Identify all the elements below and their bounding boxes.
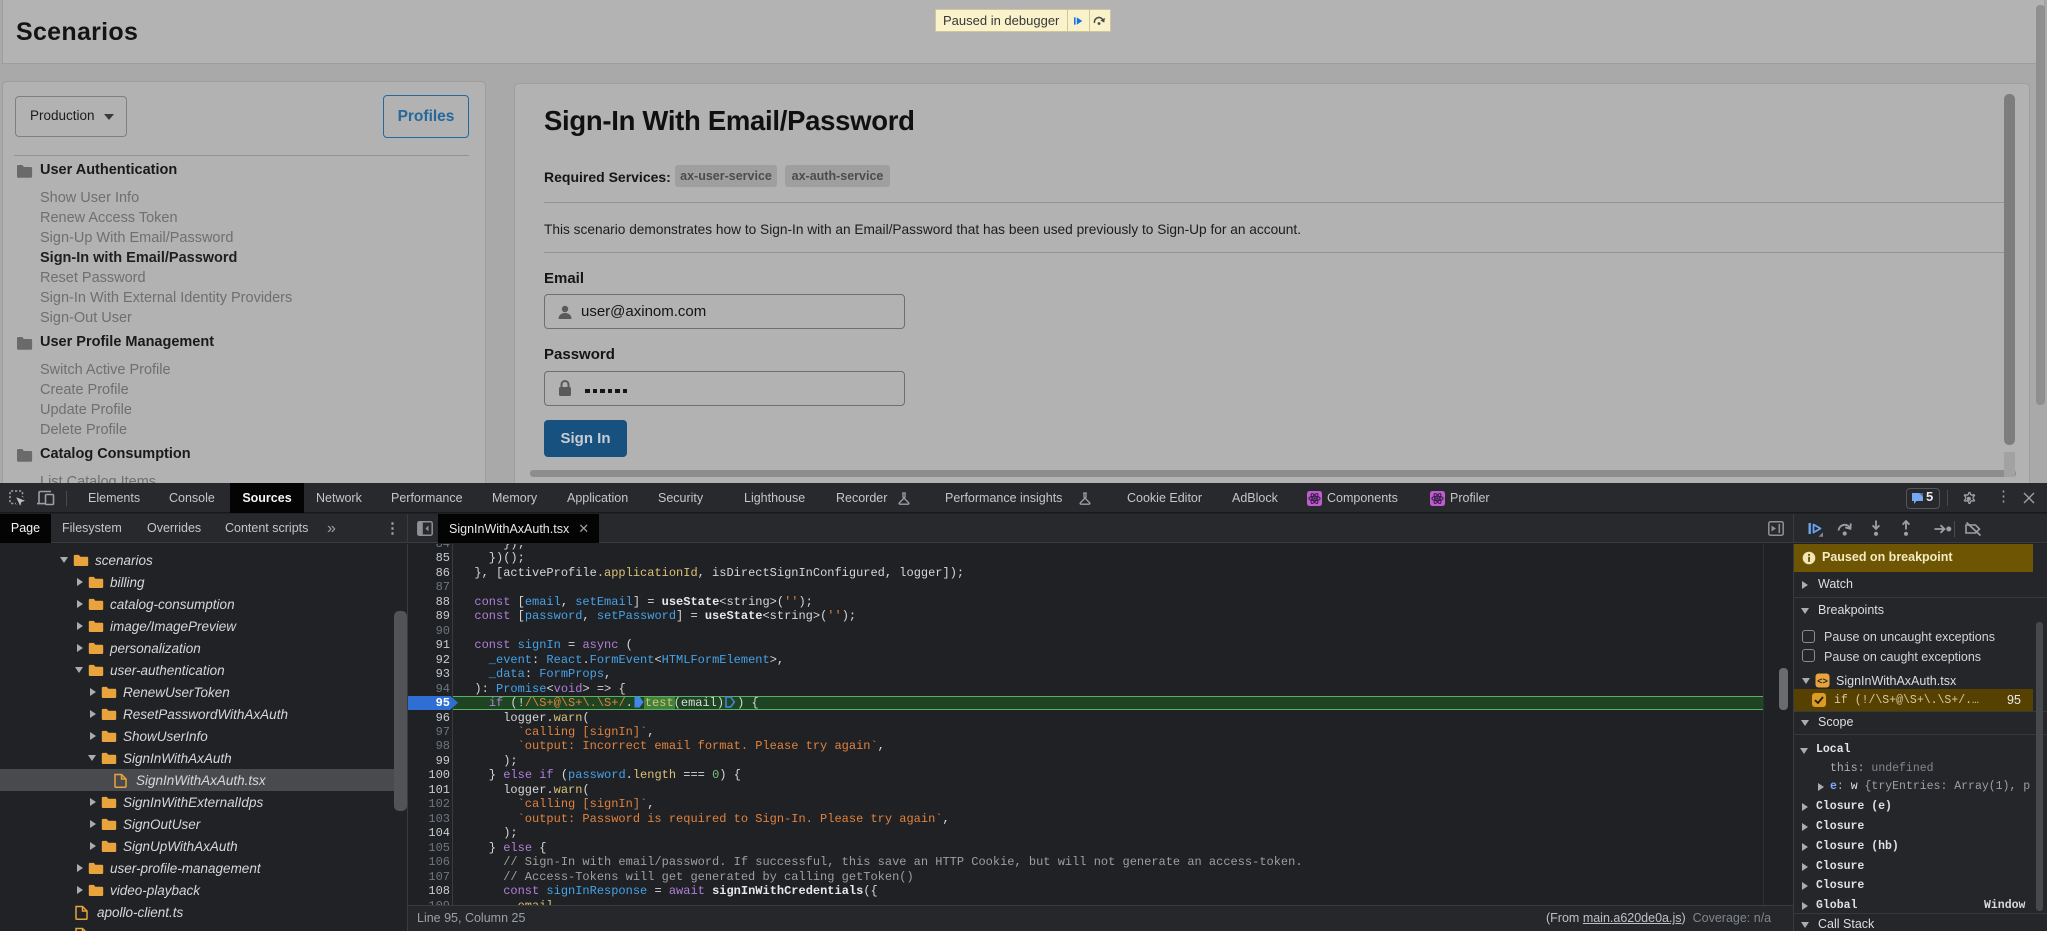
svg-text:<>: <>	[1817, 677, 1828, 687]
